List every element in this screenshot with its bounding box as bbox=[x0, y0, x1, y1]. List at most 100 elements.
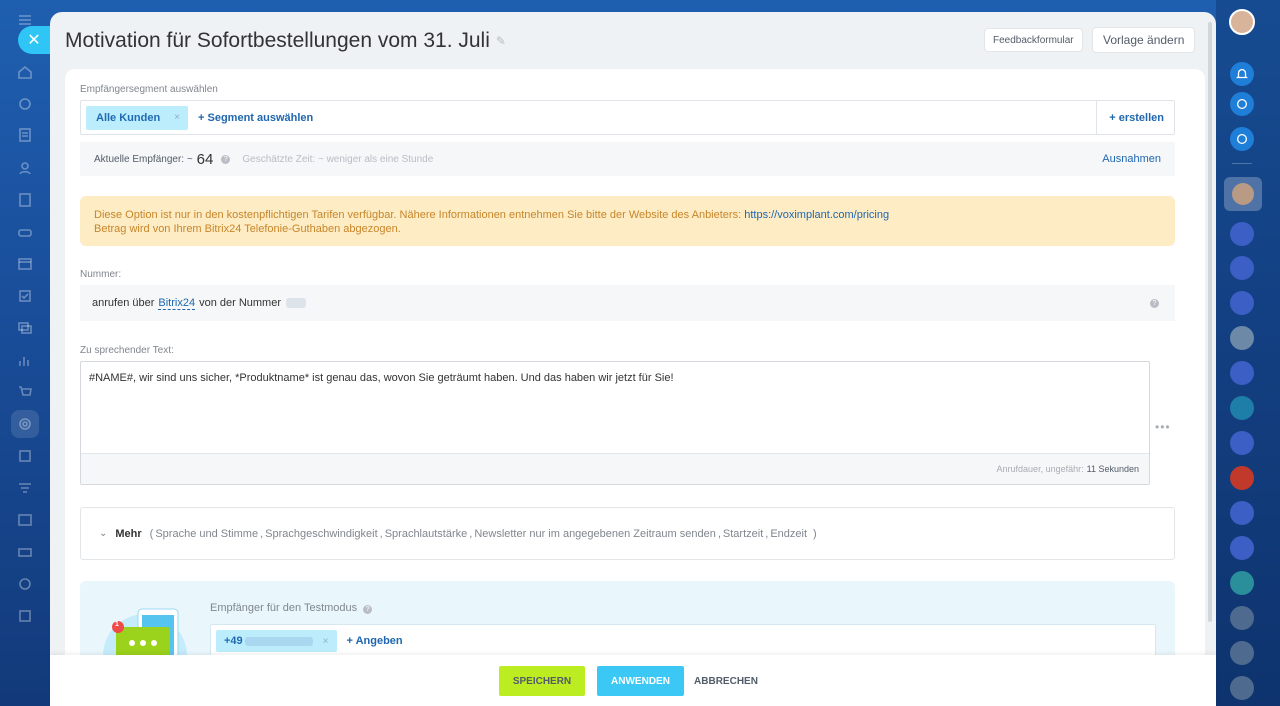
inventory-icon[interactable] bbox=[15, 446, 35, 466]
help-icon[interactable]: ? bbox=[1150, 298, 1159, 308]
select-segment-link[interactable]: + Segment auswählen bbox=[198, 112, 313, 124]
lock-icon[interactable] bbox=[1230, 676, 1254, 700]
add-recipient-link[interactable]: + Angeben bbox=[347, 635, 403, 647]
calendar-icon[interactable] bbox=[15, 254, 35, 274]
exceptions-link[interactable]: Ausnahmen bbox=[1102, 153, 1161, 165]
help-icon[interactable]: ? bbox=[363, 605, 373, 614]
bottom-action-bar: SPEICHERN ANWENDEN ABBRECHEN bbox=[50, 655, 1216, 706]
contacts-icon[interactable] bbox=[15, 158, 35, 178]
chat-avatar-icon[interactable] bbox=[1230, 256, 1254, 280]
provider-select[interactable]: Bitrix24 bbox=[158, 297, 196, 310]
edit-icon[interactable]: ✎ bbox=[496, 34, 506, 48]
slider-panel: Motivation für Sofortbestellungen vom 31… bbox=[50, 12, 1216, 706]
notification-badge: 1 bbox=[115, 621, 119, 628]
car-icon[interactable] bbox=[15, 222, 35, 242]
bell-icon[interactable] bbox=[1230, 62, 1254, 86]
number-suffix: von der Nummer bbox=[199, 297, 281, 309]
recipients-label: Aktuelle Empfänger: ~ bbox=[94, 153, 193, 165]
help-icon[interactable]: ? bbox=[221, 154, 231, 164]
option-timeframe: Newsletter nur im angegebenen Zeitraum s… bbox=[474, 527, 716, 540]
save-button[interactable]: SPEICHERN bbox=[499, 666, 585, 696]
option-start: Startzeit bbox=[722, 527, 764, 540]
right-rail-divider bbox=[1232, 163, 1252, 164]
text-label: Zu sprechender Text: bbox=[80, 345, 174, 356]
paren-close: ) bbox=[813, 527, 817, 540]
lock-icon[interactable] bbox=[1230, 571, 1254, 595]
chat-avatar-icon[interactable] bbox=[1230, 326, 1254, 350]
close-icon: ✕ bbox=[27, 32, 41, 49]
remove-tag-icon[interactable]: × bbox=[323, 636, 329, 647]
chat-avatar-icon[interactable] bbox=[1230, 222, 1254, 246]
close-slider-button[interactable]: ✕ bbox=[18, 26, 50, 54]
feedback-button[interactable]: Feedbackformular bbox=[984, 28, 1083, 52]
number-prefix: anrufen über bbox=[92, 297, 155, 309]
chat-avatar-icon[interactable] bbox=[1230, 291, 1254, 315]
contact-center-icon[interactable] bbox=[15, 542, 35, 562]
segment-tag[interactable]: Alle Kunden × bbox=[86, 105, 189, 130]
home-icon[interactable] bbox=[15, 62, 35, 82]
number-label: Nummer: bbox=[80, 269, 122, 280]
more-options-icon[interactable]: ••• bbox=[1155, 420, 1171, 434]
marketing-icon[interactable] bbox=[11, 410, 39, 438]
estimate-text: Geschätzte Zeit: ~ weniger als eine Stun… bbox=[242, 153, 434, 165]
scrollbar[interactable] bbox=[1208, 22, 1212, 622]
more-label[interactable]: Mehr bbox=[115, 528, 141, 540]
more-section[interactable]: ⌄ Mehr ( Sprache und Stimme, Sprachgesch… bbox=[80, 507, 1175, 560]
pricing-link[interactable]: https://voximplant.com/pricing bbox=[744, 209, 889, 221]
segment-selector[interactable]: Alle Kunden × + Segment auswählen + erst… bbox=[80, 100, 1175, 135]
segment-tag-label: Alle Kunden bbox=[96, 111, 161, 124]
chat-avatar-icon[interactable] bbox=[1230, 396, 1254, 420]
warning-text-2: Betrag wird von Ihrem Bitrix24 Telefonie… bbox=[94, 223, 401, 235]
create-segment-link[interactable]: + erstellen bbox=[1096, 101, 1174, 134]
left-sidebar bbox=[0, 0, 50, 706]
paren-open: ( bbox=[149, 527, 154, 540]
segment-label: Empfängersegment auswählen bbox=[80, 84, 218, 95]
chat-avatar-icon[interactable] bbox=[1230, 501, 1254, 525]
sync-icon[interactable] bbox=[1230, 92, 1254, 116]
support-icon[interactable] bbox=[1230, 127, 1254, 151]
globe-icon[interactable] bbox=[15, 574, 35, 594]
page-title-text: Motivation für Sofortbestellungen vom 31… bbox=[65, 29, 490, 52]
cart-icon[interactable] bbox=[15, 382, 35, 402]
chat-avatar-icon[interactable] bbox=[1230, 361, 1254, 385]
warning-text: Diese Option ist nur in den kostenpflich… bbox=[94, 209, 742, 221]
recipients-row: Aktuelle Empfänger: ~ 64 ? Geschätzte Ze… bbox=[80, 142, 1175, 176]
speech-textarea[interactable]: #NAME#, wir sind uns sicher, *Produktnam… bbox=[80, 361, 1150, 485]
checkbox-icon[interactable] bbox=[15, 286, 35, 306]
cancel-button[interactable]: ABBRECHEN bbox=[690, 666, 762, 696]
duration-value: 11 Sekunden bbox=[1086, 464, 1139, 474]
option-speed: Sprachgeschwindigkeit bbox=[265, 527, 378, 540]
apps-icon[interactable] bbox=[15, 606, 35, 626]
phone-prefix: +49 bbox=[224, 635, 243, 647]
chevron-down-icon: ⌄ bbox=[99, 528, 108, 539]
duration-label: Anrufdauer, ungefähr: bbox=[996, 464, 1084, 474]
apply-button[interactable]: ANWENDEN bbox=[597, 666, 684, 696]
option-voice: Sprache und Stimme bbox=[155, 527, 259, 540]
chat-icon[interactable] bbox=[15, 318, 35, 338]
phone-number-blurred[interactable] bbox=[286, 298, 306, 308]
chart-icon[interactable] bbox=[15, 350, 35, 370]
chat-avatar-icon[interactable] bbox=[1230, 466, 1254, 490]
option-end: Endzeit bbox=[770, 527, 808, 540]
lock-icon[interactable] bbox=[1230, 606, 1254, 630]
tasks-icon[interactable] bbox=[15, 125, 35, 145]
chat-avatar-icon[interactable] bbox=[1230, 431, 1254, 455]
filter-icon[interactable] bbox=[15, 478, 35, 498]
phone-tag[interactable]: +49 × bbox=[216, 630, 337, 652]
speech-text[interactable]: #NAME#, wir sind uns sicher, *Produktnam… bbox=[89, 372, 674, 384]
option-volume: Sprachlautstärke bbox=[384, 527, 468, 540]
documents-icon[interactable] bbox=[15, 190, 35, 210]
warning-box: Diese Option ist nur in den kostenpflich… bbox=[80, 196, 1175, 246]
duration-footer: Anrufdauer, ungefähr: 11 Sekunden bbox=[81, 453, 1149, 484]
number-row: anrufen über Bitrix24 von der Nummer ? bbox=[80, 285, 1175, 321]
contact-avatar[interactable] bbox=[1224, 177, 1262, 211]
lock-icon[interactable] bbox=[1230, 641, 1254, 665]
page-title: Motivation für Sofortbestellungen vom 31… bbox=[65, 29, 506, 53]
chat-avatar-icon[interactable] bbox=[1230, 536, 1254, 560]
test-label-text: Empfänger für den Testmodus bbox=[210, 602, 358, 614]
avatar[interactable] bbox=[1229, 9, 1255, 35]
remove-tag-icon[interactable]: × bbox=[174, 112, 180, 123]
feed-icon[interactable] bbox=[15, 94, 35, 114]
sites-icon[interactable] bbox=[15, 510, 35, 530]
change-template-button[interactable]: Vorlage ändern bbox=[1092, 27, 1196, 53]
